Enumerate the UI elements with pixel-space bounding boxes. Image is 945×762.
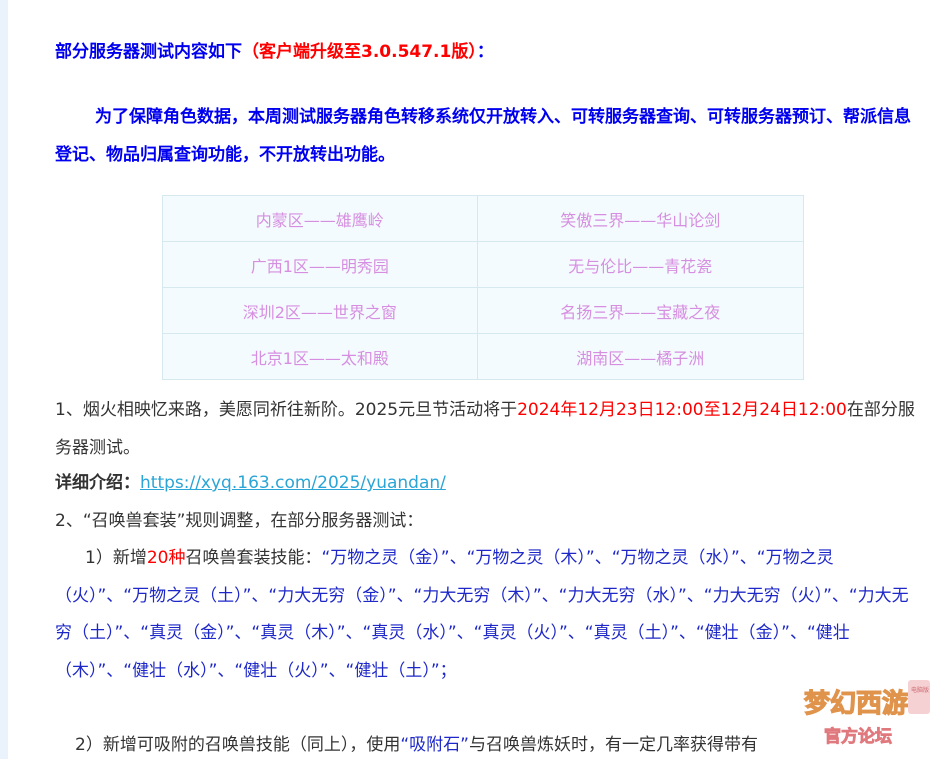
sub-item-2-paragraph: 2）新增可吸附的召唤兽技能（同上），使用“吸附石”与召唤兽炼妖时，有一定几率获得…	[55, 728, 917, 762]
skill-count: 20种	[146, 548, 186, 568]
sub-item-1-paragraph: 1）新增20种召唤兽套装技能：“万物之灵（金）”、“万物之灵（木）”、“万物之灵…	[55, 540, 917, 690]
intro-paragraph: 为了保障角色数据，本周测试服务器角色转移系统仅开放转入、可转服务器查询、可转服务…	[55, 107, 911, 165]
cropped-banner-top	[180, 0, 470, 4]
logo-title: 梦幻西游	[804, 689, 908, 719]
detail-label: 详细介绍：	[55, 473, 140, 493]
forum-logo: 梦幻西游 官方论坛 电脑版	[803, 680, 930, 747]
table-row: 广西1区——明秀园 无与伦比——青花瓷	[162, 241, 805, 288]
server-cell: 湖南区——橘子洲	[476, 333, 805, 380]
event-date: 2024年12月23日12:00至12月24日12:00	[517, 400, 847, 420]
client-version-note: （客户端升级至3.0.547.1版）	[242, 42, 477, 62]
item-2-paragraph: 2、“召唤兽套装”规则调整，在部分服务器测试：	[55, 511, 424, 531]
sub-1-after: 召唤兽套装技能：	[185, 548, 322, 568]
heading-suffix: ：	[476, 42, 494, 62]
logo-subtitle: 官方论坛	[824, 726, 892, 747]
detail-line: 详细介绍：https://xyq.163.com/2025/yuandan/	[55, 466, 917, 500]
table-row: 深圳2区——世界之窗 名扬三界——宝藏之夜	[162, 287, 805, 334]
server-cell: 内蒙区——雄鹰岭	[162, 195, 478, 242]
table-row: 北京1区——太和殿 湖南区——橘子洲	[162, 333, 805, 380]
server-cell: 笑傲三界——华山论剑	[476, 195, 805, 242]
server-cell: 名扬三界——宝藏之夜	[476, 287, 805, 334]
server-cell: 深圳2区——世界之窗	[162, 287, 478, 334]
logo-badge-bg	[908, 680, 930, 714]
table-row: 内蒙区——雄鹰岭 笑傲三界——华山论剑	[162, 195, 805, 242]
heading-prefix: 部分服务器测试内容如下	[55, 42, 242, 62]
item-1-text: 1、烟火相映忆来路，美愿同祈往新阶。2025元旦节活动将于	[55, 400, 518, 420]
detail-link[interactable]: https://xyq.163.com/2025/yuandan/	[140, 473, 446, 493]
item-1-paragraph: 1、烟火相映忆来路，美愿同祈往新阶。2025元旦节活动将于2024年12月23日…	[55, 391, 917, 467]
logo-badge: 电脑版	[911, 686, 929, 694]
sub-1-lead: 1）新增	[85, 548, 147, 568]
server-table: 内蒙区——雄鹰岭 笑傲三界——华山论剑 广西1区——明秀园 无与伦比——青花瓷 …	[162, 195, 805, 380]
sub-2-tail: 与召唤兽炼妖时，有一定几率获得带有	[468, 735, 758, 755]
server-cell: 广西1区——明秀园	[162, 241, 478, 288]
server-cell: 北京1区——太和殿	[162, 333, 478, 380]
left-edge-strip	[0, 0, 8, 759]
server-cell: 无与伦比——青花瓷	[476, 241, 805, 288]
section-heading: 部分服务器测试内容如下（客户端升级至3.0.547.1版）：	[55, 40, 917, 64]
absorb-stone: “吸附石”	[400, 735, 469, 755]
sub-2-lead: 2）新增可吸附的召唤兽技能（同上），使用	[75, 735, 401, 755]
